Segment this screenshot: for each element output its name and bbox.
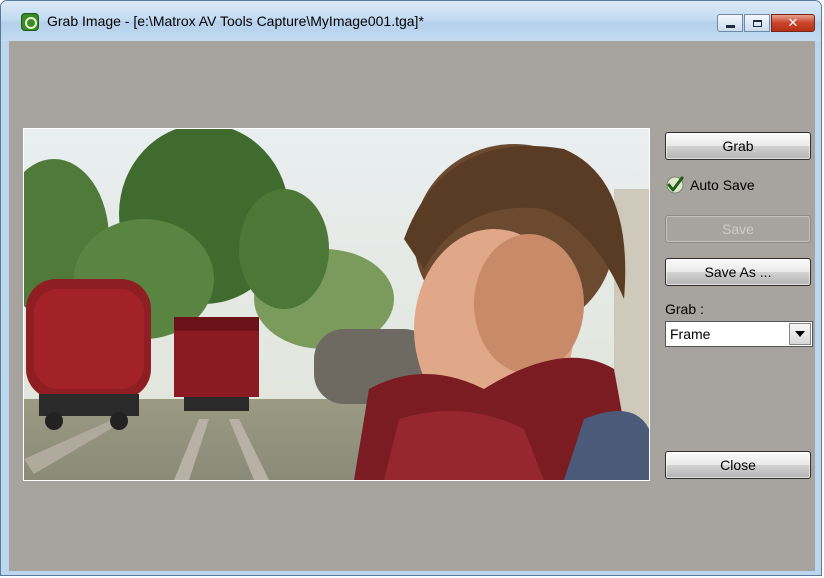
grab-mode-value: Frame [670, 326, 711, 342]
maximize-icon [752, 19, 762, 27]
check-icon [666, 176, 684, 194]
image-preview [23, 128, 650, 481]
save-as-button[interactable]: Save As ... [665, 258, 811, 286]
window-title: Grab Image - [e:\Matrox AV Tools Capture… [47, 13, 424, 29]
minimize-icon [725, 24, 735, 28]
caption-buttons: ✕ [716, 14, 815, 32]
auto-save-label: Auto Save [690, 177, 755, 193]
auto-save-checkbox[interactable]: Auto Save [665, 175, 755, 195]
save-button[interactable]: Save [665, 215, 811, 243]
grab-mode-label: Grab : [665, 301, 704, 317]
close-button[interactable]: Close [665, 451, 811, 479]
close-icon: ✕ [787, 15, 799, 30]
grab-image-window: Grab Image - [e:\Matrox AV Tools Capture… [0, 0, 822, 576]
chevron-down-icon [795, 331, 805, 337]
maximize-button[interactable] [744, 14, 770, 32]
close-window-button[interactable]: ✕ [771, 14, 815, 32]
captured-frame-image [24, 129, 649, 480]
dialog-client-area: Grab Auto Save Save Save As ... Grab : F… [9, 41, 815, 571]
minimize-button[interactable] [717, 14, 743, 32]
grab-mode-select[interactable]: Frame [665, 321, 813, 347]
app-icon[interactable] [21, 13, 39, 31]
grab-button[interactable]: Grab [665, 132, 811, 160]
title-bar[interactable]: Grab Image - [e:\Matrox AV Tools Capture… [1, 1, 821, 41]
dropdown-arrow-button[interactable] [789, 323, 811, 345]
